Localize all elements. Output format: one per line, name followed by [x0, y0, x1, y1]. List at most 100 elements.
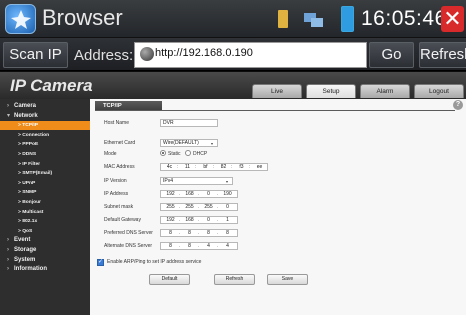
default-button[interactable]: Default [149, 274, 190, 285]
tab-setup[interactable]: Setup [306, 84, 356, 98]
status-clock: 16:05:46 [361, 7, 447, 30]
ip-octet[interactable]: 192 [163, 191, 178, 198]
sidebar-item-ddns[interactable]: > DDNS [0, 150, 90, 159]
tab-logout[interactable]: Logout [414, 84, 464, 98]
adns-octet[interactable]: 4 [220, 243, 235, 250]
camera-web-page: IP Camera Live Setup Alarm Logout › Camer… [0, 72, 466, 315]
mac-address-field: 4c : 11 : bf : 82 : f3 : ee [160, 163, 268, 171]
sidebar-item-event[interactable]: › Event [0, 236, 90, 245]
sidebar-item-connection[interactable]: > Connection [0, 131, 90, 140]
sidebar-item-snmp[interactable]: > SNMP [0, 188, 90, 197]
sidebar-item-smtp-email[interactable]: > SMTP(Email) [0, 169, 90, 178]
ip-octet[interactable]: 0 [201, 191, 216, 198]
pdns-octet[interactable]: 8 [163, 230, 178, 237]
ethernet-card-value: Wire(DEFAULT) [163, 140, 199, 146]
sidebar-item-label: Multicast [22, 209, 44, 215]
sidebar-item-label: Event [14, 237, 31, 244]
address-bar: Scan IP Address: http://192.168.0.190 Go… [0, 38, 466, 71]
sidebar-item-multicast[interactable]: > Multicast [0, 208, 90, 217]
sidebar-item-ip-filter[interactable]: > IP Filter [0, 160, 90, 169]
sidebar-item-label: SNMP [22, 190, 37, 196]
go-button[interactable]: Go [369, 42, 414, 68]
adns-octet[interactable]: 8 [182, 243, 197, 250]
sidebar-item-label: Camera [14, 103, 37, 109]
mac-octet: 11 [184, 164, 191, 170]
mode-dhcp-radio[interactable] [185, 150, 191, 156]
scan-ip-button[interactable]: Scan IP [3, 42, 68, 68]
sidebar-item-network[interactable]: ▾ Network [0, 112, 90, 121]
mode-static-radio[interactable] [160, 150, 166, 156]
chevron-down-icon: ▾ [7, 112, 11, 119]
mac-octet: ee [256, 164, 263, 170]
refresh-button[interactable]: Refresh [419, 42, 466, 68]
subnet-octet[interactable]: 255 [163, 204, 178, 211]
sidebar-item-upnp[interactable]: > UPnP [0, 179, 90, 188]
tab-live[interactable]: Live [252, 84, 302, 98]
sidebar-item-label: Connection [22, 132, 50, 138]
mac-address-label: MAC Address [104, 164, 135, 170]
sidebar-item-802-1x[interactable]: > 802.1x [0, 217, 90, 226]
sidebar-item-label: QoS [22, 228, 33, 234]
default-gateway-field[interactable]: 192. 168. 0. 1 [160, 216, 238, 224]
arp-ping-label: Enable ARP/Ping to set IP address servic… [107, 259, 202, 265]
mode-static-label: Static [168, 151, 181, 157]
browser-logo-icon [5, 4, 36, 34]
subnet-mask-field[interactable]: 255. 255. 255. 0 [160, 203, 238, 211]
sd-card-icon [278, 10, 288, 28]
sidebar-item-camera[interactable]: › Camera [0, 102, 90, 111]
gateway-octet[interactable]: 192 [163, 217, 178, 224]
sidebar-item-label: PPPoE [22, 142, 39, 148]
sidebar-item-pppoe[interactable]: > PPPoE [0, 140, 90, 149]
sidebar-item-label: SMTP(Email) [22, 171, 53, 177]
preferred-dns-label: Preferred DNS Server [104, 230, 153, 236]
ethernet-card-select[interactable]: Wire(DEFAULT) ▾ [160, 139, 218, 147]
gateway-octet[interactable]: 1 [220, 217, 235, 224]
sidebar-item-label: TCP/IP [22, 123, 38, 129]
pdns-octet[interactable]: 8 [220, 230, 235, 237]
chevron-right-icon: › [7, 256, 9, 263]
sidebar-item-qos[interactable]: > QoS [0, 227, 90, 236]
ip-octet[interactable]: 168 [182, 191, 197, 198]
alternate-dns-field[interactable]: 8. 8. 4. 4 [160, 242, 238, 250]
default-gateway-label: Default Gateway [104, 217, 141, 223]
host-name-input[interactable]: DVR [160, 119, 218, 127]
alternate-dns-label: Alternate DNS Server [104, 243, 153, 249]
sidebar-item-label: Network [14, 112, 38, 119]
subnet-octet[interactable]: 255 [201, 204, 216, 211]
pdns-octet[interactable]: 8 [201, 230, 216, 237]
sidebar-item-tcp-ip[interactable]: > TCP/IP [0, 121, 90, 131]
sidebar-item-bonjour[interactable]: > Bonjour [0, 198, 90, 207]
subnet-octet[interactable]: 255 [182, 204, 197, 211]
adns-octet[interactable]: 8 [163, 243, 178, 250]
chevron-right-icon: › [7, 247, 9, 253]
chevron-down-icon: ▾ [226, 179, 229, 184]
sidebar-item-system[interactable]: › System [0, 256, 90, 265]
chevron-right-icon: › [7, 237, 9, 244]
panel-divider [95, 110, 455, 111]
ip-version-select[interactable]: IPv4 ▾ [160, 177, 233, 185]
gateway-octet[interactable]: 168 [182, 217, 197, 224]
subnet-octet[interactable]: 0 [220, 204, 235, 211]
pdns-octet[interactable]: 8 [182, 230, 197, 237]
sidebar-item-label: DDNS [22, 152, 37, 157]
sidebar-item-label: System [14, 256, 36, 263]
sidebar-item-label: Storage [14, 247, 37, 253]
save-button[interactable]: Save [267, 274, 308, 285]
adns-octet[interactable]: 4 [201, 243, 216, 250]
sidebar-item-storage[interactable]: › Storage [0, 246, 90, 255]
sidebar-item-label: Information [14, 266, 47, 273]
preferred-dns-field[interactable]: 8. 8. 8. 8 [160, 229, 238, 237]
sidebar-item-information[interactable]: › Information [0, 265, 90, 274]
address-label: Address: [74, 47, 134, 64]
ip-address-field[interactable]: 192. 168. 0. 190 [160, 190, 238, 198]
form-refresh-button[interactable]: Refresh [214, 274, 255, 285]
tab-alarm[interactable]: Alarm [360, 84, 410, 98]
gateway-octet[interactable]: 0 [201, 217, 216, 224]
ip-octet[interactable]: 190 [220, 191, 235, 198]
arp-ping-checkbox[interactable]: ✓ [97, 259, 104, 266]
address-value[interactable]: http://192.168.0.190 [155, 47, 253, 59]
close-button[interactable]: ✕ [441, 6, 464, 32]
ip-version-label: IP Version [104, 178, 127, 184]
help-icon[interactable]: ? [453, 100, 463, 110]
mode-label: Mode [104, 151, 117, 157]
